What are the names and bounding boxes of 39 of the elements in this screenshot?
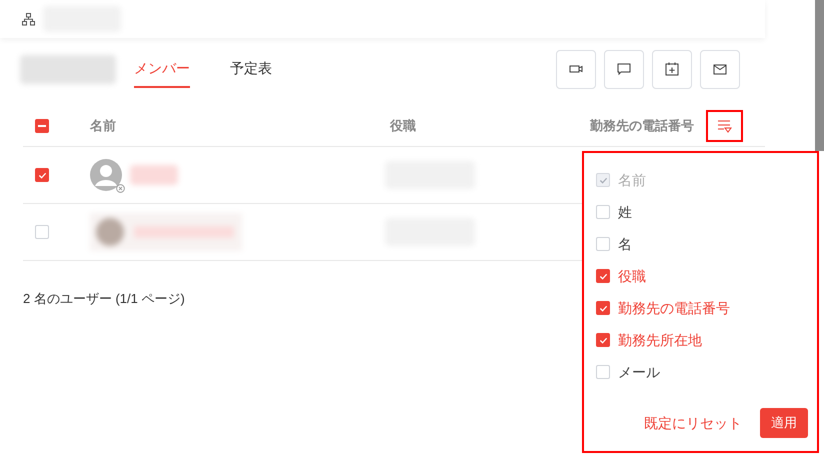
remove-icon — [116, 184, 125, 193]
column-option[interactable]: メール — [596, 356, 817, 388]
filter-icon — [716, 119, 732, 133]
filter-button[interactable] — [706, 110, 743, 142]
check-icon — [598, 336, 608, 344]
column-header: 名前 — [90, 117, 117, 136]
action-button[interactable] — [604, 50, 644, 88]
user-count: 2 名のユーザー (1/1 ページ) — [23, 290, 185, 308]
tab[interactable]: 予定表 — [230, 50, 272, 88]
column-option[interactable]: 勤務先所在地 — [596, 324, 817, 356]
org-chart-icon — [22, 12, 35, 26]
check-icon — [598, 272, 608, 280]
scrollbar[interactable] — [815, 0, 824, 151]
chat-icon — [617, 62, 631, 76]
column-option[interactable]: 姓 — [596, 196, 817, 228]
checkbox[interactable] — [35, 119, 49, 133]
column-option[interactable]: 名 — [596, 228, 817, 260]
mail-icon — [713, 64, 727, 74]
apply-button[interactable]: 適用 — [760, 408, 808, 438]
video-icon — [569, 63, 583, 75]
checkbox[interactable] — [35, 168, 49, 182]
column-option[interactable]: 勤務先の電話番号 — [596, 292, 817, 324]
reset-link[interactable]: 既定にリセット — [644, 412, 742, 434]
check-icon — [598, 176, 608, 184]
avatar-icon — [90, 159, 122, 191]
column-option[interactable]: 役職 — [596, 260, 817, 292]
column-header: 役職 — [390, 117, 417, 136]
calendar-add-icon — [665, 62, 679, 76]
checkbox[interactable] — [596, 333, 610, 347]
action-button[interactable] — [700, 50, 740, 88]
blurred-text — [130, 165, 178, 185]
action-button[interactable] — [652, 50, 692, 88]
check-icon — [598, 304, 608, 312]
check-icon — [38, 170, 46, 180]
action-button[interactable] — [556, 50, 596, 88]
tab[interactable]: メンバー — [134, 50, 190, 88]
checkbox[interactable] — [596, 301, 610, 315]
column-header: 勤務先の電話番号 — [590, 117, 694, 136]
checkbox[interactable] — [596, 269, 610, 283]
